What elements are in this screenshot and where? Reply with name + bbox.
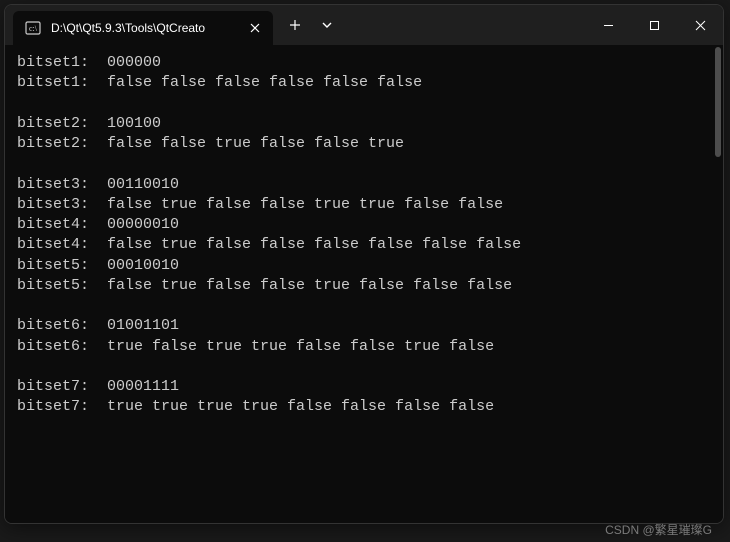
close-button[interactable] bbox=[677, 5, 723, 45]
terminal-window: c:\ D:\Qt\Qt5.9.3\Tools\QtCreato bitset1… bbox=[4, 4, 724, 524]
terminal-text: bitset1: 000000 bitset1: false false fal… bbox=[17, 53, 723, 418]
tab-title: D:\Qt\Qt5.9.3\Tools\QtCreato bbox=[51, 21, 237, 35]
maximize-button[interactable] bbox=[631, 5, 677, 45]
tab-close-button[interactable] bbox=[247, 20, 263, 36]
minimize-button[interactable] bbox=[585, 5, 631, 45]
new-tab-button[interactable] bbox=[279, 9, 311, 41]
tab-dropdown-button[interactable] bbox=[311, 9, 343, 41]
tab-active[interactable]: c:\ D:\Qt\Qt5.9.3\Tools\QtCreato bbox=[13, 11, 273, 45]
watermark-text: CSDN @繁星璀璨G bbox=[605, 521, 712, 538]
terminal-output[interactable]: bitset1: 000000 bitset1: false false fal… bbox=[5, 45, 723, 523]
svg-text:c:\: c:\ bbox=[29, 24, 38, 33]
scrollbar-thumb[interactable] bbox=[715, 47, 721, 157]
cmd-icon: c:\ bbox=[25, 20, 41, 36]
titlebar[interactable]: c:\ D:\Qt\Qt5.9.3\Tools\QtCreato bbox=[5, 5, 723, 45]
